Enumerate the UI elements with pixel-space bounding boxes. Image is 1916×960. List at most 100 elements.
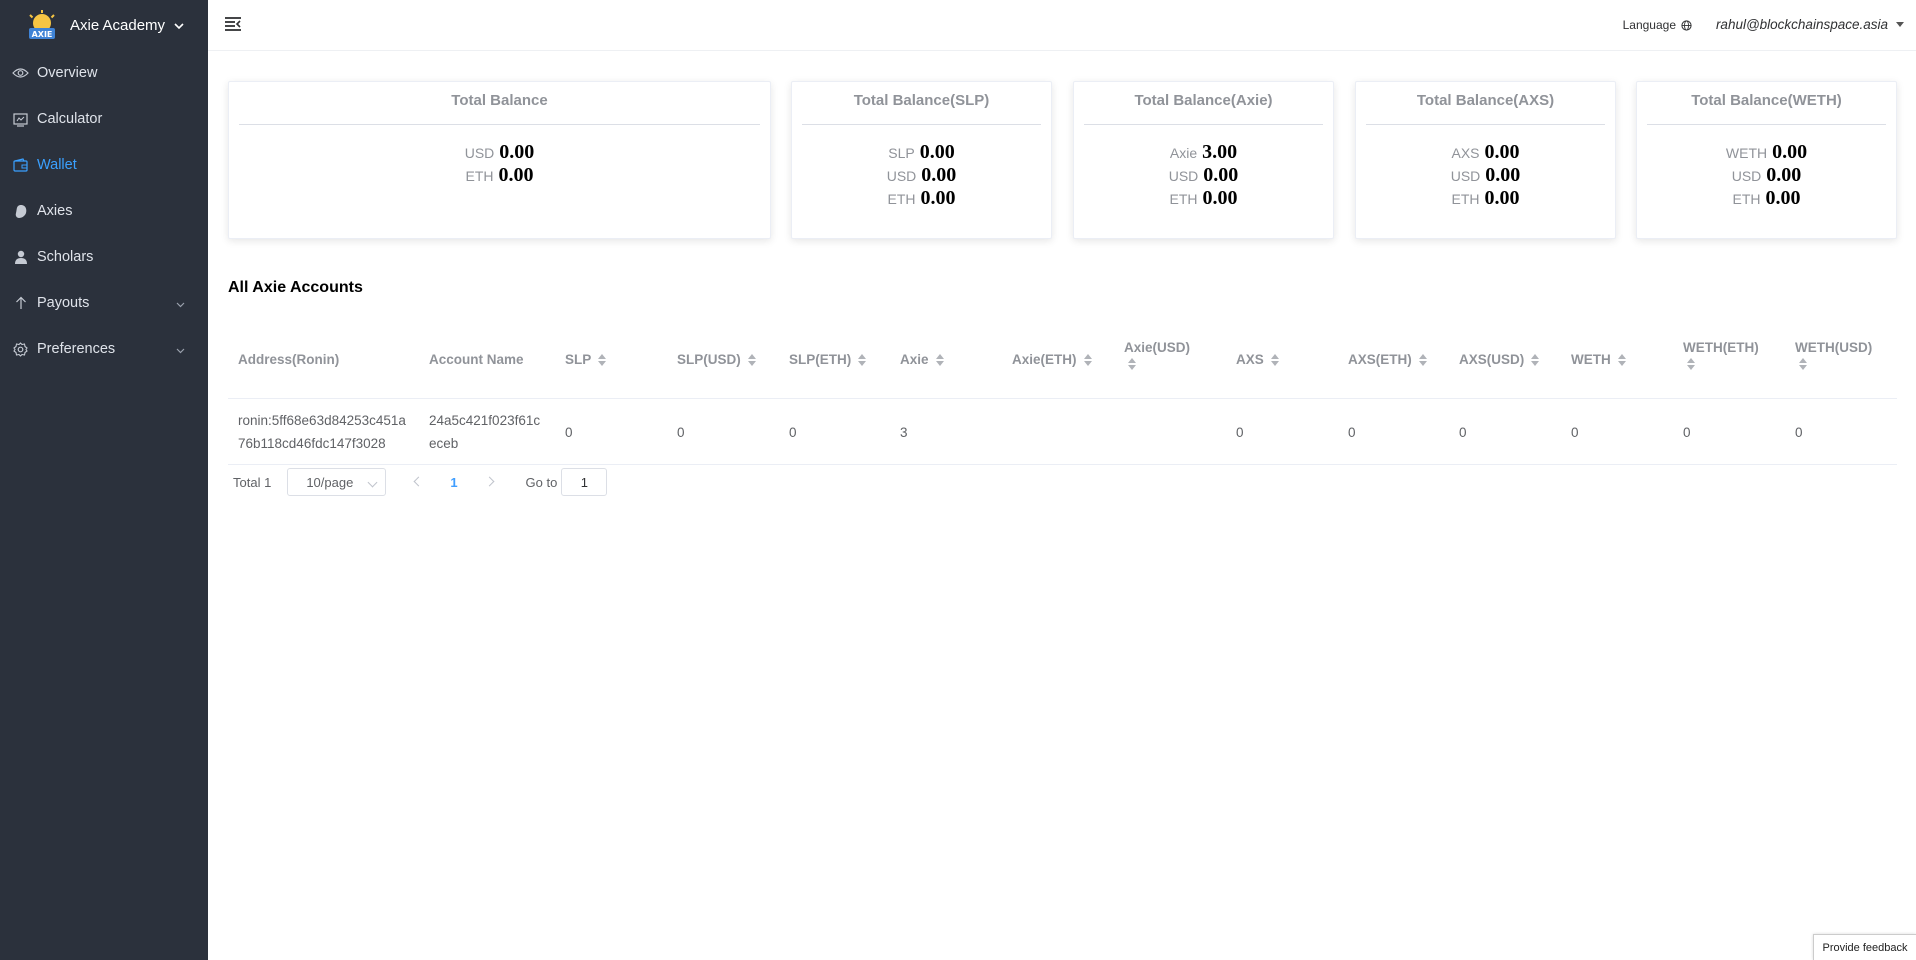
sort-icon[interactable] — [1530, 353, 1540, 367]
balance-value: 0.00 — [1772, 141, 1808, 163]
sort-icon[interactable] — [857, 353, 867, 367]
balance-value: 0.00 — [1765, 187, 1801, 209]
page-number-current[interactable]: 1 — [450, 475, 457, 490]
sidebar: AXIE Axie Academy Overview Calculator Wa… — [0, 0, 208, 960]
balance-value: 0.00 — [919, 141, 955, 163]
chevron-right-icon[interactable] — [486, 477, 496, 487]
user-menu[interactable]: rahul@blockchainspace.asia — [1716, 17, 1904, 32]
sort-icon[interactable] — [1798, 357, 1808, 371]
language-selector[interactable]: Language — [1623, 18, 1692, 32]
column-header-axie-eth[interactable]: Axie(ETH) — [1012, 320, 1093, 399]
cell-weth-eth: 0 — [1683, 424, 1691, 440]
balance-unit: USD — [1450, 168, 1481, 184]
column-header-axs-usd[interactable]: AXS(USD) — [1459, 320, 1540, 399]
column-header-weth-usd[interactable]: WETH(USD) — [1795, 320, 1872, 399]
balance-line: ETH 0.00 — [229, 164, 770, 187]
column-header-weth[interactable]: WETH — [1571, 320, 1627, 399]
cell-axs-eth: 0 — [1348, 424, 1356, 440]
cell-slp: 0 — [565, 424, 573, 440]
sort-icon[interactable] — [1127, 357, 1137, 371]
brand-title: Axie Academy — [70, 16, 166, 34]
card-body: Axie 3.00 USD 0.00 ETH 0.00 — [1074, 125, 1333, 210]
column-header-axs-eth[interactable]: AXS(ETH) — [1348, 320, 1428, 399]
language-label: Language — [1622, 18, 1676, 32]
column-header-axie[interactable]: Axie — [900, 320, 945, 399]
balance-line: Axie 3.00 — [1074, 141, 1333, 164]
balance-unit: USD — [886, 168, 917, 184]
sort-icon[interactable] — [1686, 357, 1696, 371]
sidebar-item-preferences[interactable]: Preferences — [0, 326, 208, 372]
pagination-total: Total 1 — [233, 474, 272, 490]
balance-line: USD 0.00 — [792, 164, 1051, 187]
sort-icon[interactable] — [935, 353, 945, 367]
balance-unit: ETH — [465, 168, 494, 184]
globe-icon — [1681, 19, 1692, 31]
card-total-balance-axs: Total Balance(AXS) AXS 0.00 USD 0.00 ETH 0.… — [1355, 81, 1616, 239]
section-title: All Axie Accounts — [228, 279, 363, 296]
sort-icon[interactable] — [1418, 353, 1428, 367]
column-header-slp[interactable]: SLP — [565, 320, 607, 399]
card-body: AXS 0.00 USD 0.00 ETH 0.00 — [1356, 125, 1615, 210]
balance-line: ETH 0.00 — [1637, 187, 1896, 210]
chevron-down-icon — [173, 19, 185, 31]
sidebar-nav: Overview Calculator Wallet Axies Scholar… — [0, 50, 208, 372]
cell-axs: 0 — [1236, 424, 1244, 440]
card-total-balance-weth: Total Balance(WETH) WETH 0.00 USD 0.00 ETH… — [1636, 81, 1897, 239]
balance-line: USD 0.00 — [1074, 164, 1333, 187]
balance-value: 3.00 — [1202, 141, 1238, 163]
balance-unit: ETH — [887, 191, 916, 207]
menu-toggle-icon[interactable] — [224, 16, 242, 32]
card-title: Total Balance(SLP) — [853, 92, 990, 109]
balance-value: 0.00 — [1203, 164, 1239, 186]
sidebar-item-calculator[interactable]: Calculator — [0, 96, 208, 142]
sort-icon[interactable] — [597, 353, 607, 367]
card-total-balance: Total Balance USD 0.00 ETH 0.00 — [228, 81, 771, 239]
sidebar-item-label: Scholars — [37, 249, 94, 265]
sidebar-item-axies[interactable]: Axies — [0, 188, 208, 234]
balance-unit: WETH — [1725, 145, 1768, 161]
sort-icon[interactable] — [1270, 353, 1280, 367]
page-size-value: 10/page — [306, 474, 354, 490]
sidebar-item-payouts[interactable]: Payouts — [0, 280, 208, 326]
cell-address: ronin:5ff68e63d84253c451a76b118cd46fdc14… — [238, 413, 406, 451]
balance-value: 0.00 — [1202, 187, 1238, 209]
top-header: Language rahul@blockchainspace.asia — [208, 0, 1916, 51]
axie-academy-logo-icon: AXIE — [26, 9, 58, 41]
balance-value: 0.00 — [1484, 187, 1520, 209]
cell-axie: 3 — [900, 424, 908, 440]
column-header-address: Address(Ronin) — [238, 352, 340, 367]
sort-icon[interactable] — [1083, 353, 1093, 367]
chevron-left-icon[interactable] — [412, 477, 422, 487]
sidebar-item-wallet[interactable]: Wallet — [0, 142, 208, 188]
user-email: rahul@blockchainspace.asia — [1715, 17, 1888, 32]
balance-line: ETH 0.00 — [1356, 187, 1615, 210]
balance-line: ETH 0.00 — [1074, 187, 1333, 210]
balance-unit: ETH — [1732, 191, 1761, 207]
goto-page-input[interactable]: 1 — [561, 468, 608, 496]
balance-unit: ETH — [1169, 191, 1198, 207]
column-header-slp-eth[interactable]: SLP(ETH) — [789, 320, 867, 399]
sort-icon[interactable] — [747, 353, 757, 367]
sidebar-item-label: Calculator — [37, 111, 103, 127]
page-size-select[interactable]: 10/page — [287, 468, 387, 496]
sidebar-item-overview[interactable]: Overview — [0, 50, 208, 96]
balance-unit: AXS — [1451, 145, 1480, 161]
sidebar-item-scholars[interactable]: Scholars — [0, 234, 208, 280]
column-header-axie-usd[interactable]: Axie(USD) — [1124, 320, 1190, 399]
column-header-weth-eth[interactable]: WETH(ETH) — [1683, 320, 1759, 399]
card-total-balance-slp: Total Balance(SLP) SLP 0.00 USD 0.00 ETH 0.… — [791, 81, 1052, 239]
brand[interactable]: AXIE Axie Academy — [0, 0, 208, 50]
sort-icon[interactable] — [1617, 353, 1627, 367]
balance-line: ETH 0.00 — [792, 187, 1051, 210]
card-body: WETH 0.00 USD 0.00 ETH 0.00 — [1637, 125, 1896, 210]
pagination: Total 1 10/page 1 Go to 1 — [233, 468, 608, 496]
cell-weth-usd: 0 — [1795, 424, 1803, 440]
balance-value: 0.00 — [499, 141, 535, 163]
column-header-slp-usd[interactable]: SLP(USD) — [677, 320, 757, 399]
balance-unit: USD — [1168, 168, 1199, 184]
table-header: Address(Ronin) Account Name SLP SLP(USD)… — [228, 320, 1897, 399]
card-title: Total Balance(Axie) — [1134, 92, 1273, 109]
column-header-axs[interactable]: AXS — [1236, 320, 1280, 399]
provide-feedback-button[interactable]: Provide feedback — [1813, 934, 1916, 960]
arrow-up-icon — [12, 295, 29, 312]
